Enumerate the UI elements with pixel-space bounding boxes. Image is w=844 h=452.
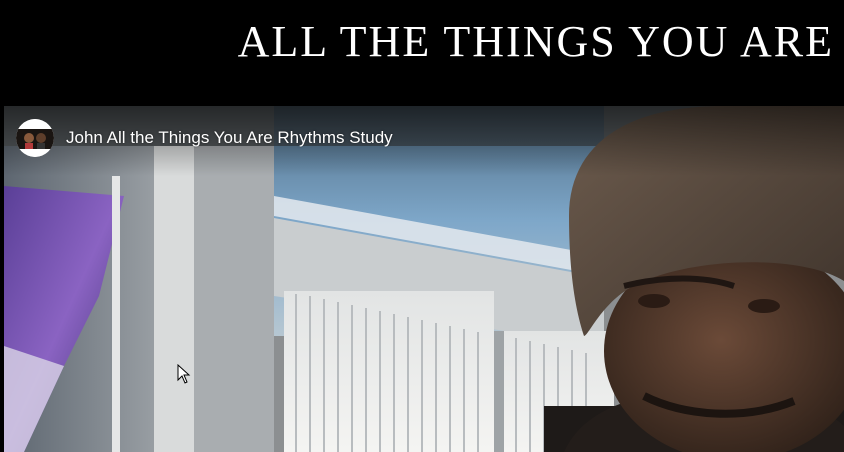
page-heading: ALL THE THINGS YOU ARE: [237, 17, 834, 66]
page: ALL THE THINGS YOU ARE John All the Thin…: [0, 0, 844, 452]
channel-avatar[interactable]: [16, 119, 54, 157]
channel-avatar-icon: [16, 119, 54, 157]
video-title[interactable]: John All the Things You Are Rhythms Stud…: [66, 128, 393, 148]
video-embed[interactable]: John All the Things You Are Rhythms Stud…: [4, 106, 844, 452]
